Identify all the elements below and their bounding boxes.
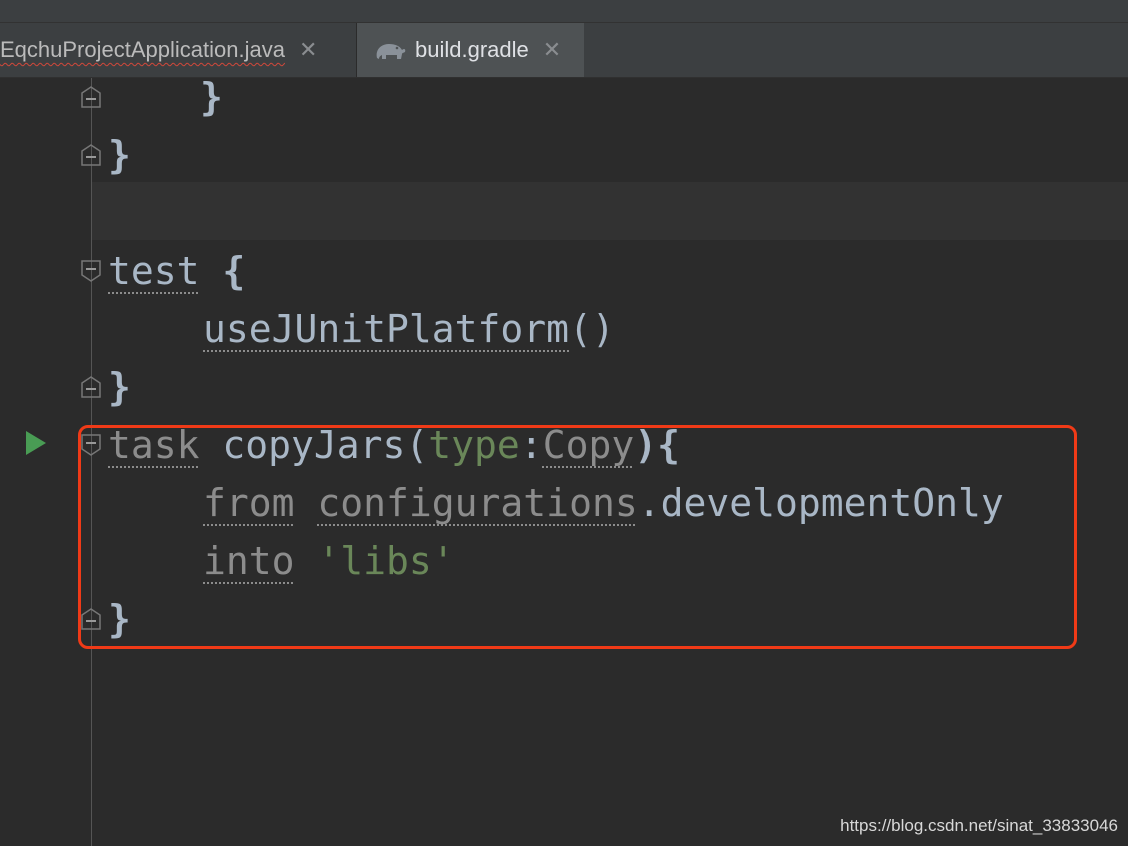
code-line: useJUnitPlatform() (203, 307, 615, 351)
editor-tab-bar: EqchuProjectApplication.java ✕ build.gra… (0, 23, 1128, 78)
code-editor[interactable]: } } test { useJUnitPlatform() } task cop… (0, 75, 1128, 846)
window-top-bar (0, 0, 1128, 23)
code-line: } (108, 133, 131, 177)
fold-marker-icon[interactable] (80, 143, 102, 167)
code-line: test { (108, 249, 246, 293)
fold-marker-icon[interactable] (80, 85, 102, 109)
test-keyword: test (108, 249, 200, 293)
current-line-highlight (92, 182, 1128, 240)
close-icon[interactable]: ✕ (299, 37, 317, 63)
tab-eqchu-project-application[interactable]: EqchuProjectApplication.java ✕ (0, 23, 356, 77)
code-line: } (200, 75, 223, 119)
method-call: useJUnitPlatform (203, 307, 570, 351)
run-triangle-icon[interactable] (24, 429, 48, 457)
code-line: } (108, 365, 131, 409)
close-icon[interactable]: ✕ (543, 37, 561, 63)
tab-build-gradle[interactable]: build.gradle ✕ (357, 23, 584, 77)
gradle-elephant-icon (376, 44, 406, 59)
tab-label: build.gradle (415, 37, 529, 62)
tab-label: EqchuProjectApplication.java (0, 37, 285, 62)
fold-marker-icon[interactable] (80, 375, 102, 399)
annotation-highlight-box (78, 425, 1077, 649)
watermark: https://blog.csdn.net/sinat_33833046 (840, 816, 1118, 835)
fold-marker-icon[interactable] (80, 259, 102, 283)
